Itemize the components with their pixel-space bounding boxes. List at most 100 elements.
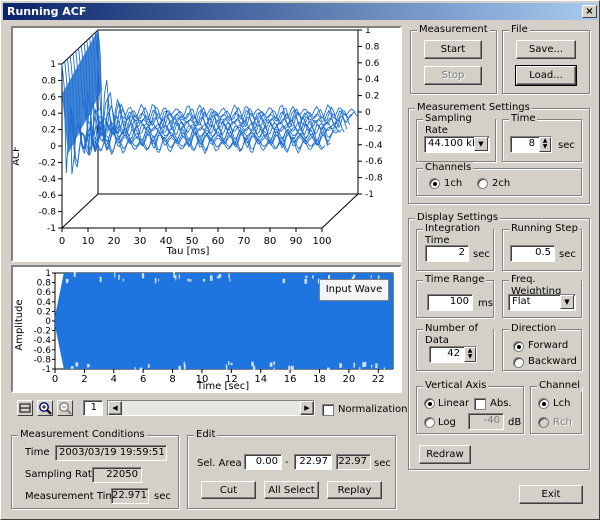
- scroll-right-icon: ▶: [304, 404, 310, 412]
- wave-x-tick: 22: [372, 374, 385, 385]
- close-button[interactable]: ×: [582, 5, 597, 18]
- display-settings-group: Display Settings Integration Time 2 sec …: [408, 212, 590, 470]
- integration-time-field[interactable]: 2: [425, 245, 469, 262]
- number-of-data-spinner[interactable]: ▲ ▼: [464, 347, 476, 362]
- log-radio[interactable]: [424, 417, 435, 428]
- time-unit: sec: [558, 140, 575, 151]
- fit-view-button[interactable]: [17, 400, 33, 416]
- acf-x-tick: 70: [238, 236, 251, 247]
- sel-dash: -: [285, 457, 289, 468]
- freq-weighting-value: Flat: [512, 296, 531, 307]
- condition-time-field: 2003/03/19 19:59:51: [55, 445, 167, 461]
- scroll-left-button[interactable]: ◀: [108, 401, 122, 415]
- file-label: File: [509, 24, 530, 36]
- wave-speckle: [273, 361, 275, 366]
- load-button[interactable]: Load...: [515, 65, 577, 86]
- forward-radio[interactable]: [513, 341, 524, 352]
- acf-y-tick-left: 0.4: [42, 109, 57, 119]
- wave-x-tick: 14: [254, 374, 267, 385]
- sel-unit: sec: [374, 458, 391, 469]
- fit-view-icon: [19, 403, 31, 413]
- stop-button[interactable]: Stop: [424, 66, 482, 85]
- linear-radio[interactable]: [424, 398, 435, 409]
- wave-y-tick: 0.8: [37, 279, 52, 289]
- sel-start-field[interactable]: 0.00: [244, 454, 282, 470]
- measurement-label: Measurement: [417, 24, 490, 36]
- cut-button[interactable]: Cut: [201, 481, 256, 499]
- sampling-rate-group: Sampling Rate 44.100 kHz ▼: [416, 113, 496, 162]
- zoom-in-button[interactable]: [37, 400, 53, 416]
- acf-x-tick: 60: [212, 236, 225, 247]
- acf-xlabel: Tau [ms]: [166, 246, 210, 257]
- rch-radio[interactable]: [538, 417, 549, 428]
- wave-speckle: [362, 362, 366, 368]
- wave-speckle: [173, 275, 177, 279]
- wave-speckle: [252, 365, 256, 371]
- running-step-field[interactable]: 0.5: [510, 245, 555, 262]
- forward-label: Forward: [528, 340, 569, 351]
- scroll-right-button[interactable]: ▶: [300, 401, 314, 415]
- normalization-checkbox[interactable]: [322, 404, 334, 416]
- zoom-in-icon: [39, 402, 52, 415]
- acf-chart: 0 10 20 30 40 50 60 70 80 90 10010.80.60.40.20-0.2…: [11, 26, 383, 257]
- all-select-button[interactable]: All Select: [264, 481, 319, 499]
- log-label: Log: [438, 417, 456, 428]
- backward-radio[interactable]: [513, 357, 524, 368]
- measurement-group: Measurement Start Stop: [410, 24, 497, 94]
- start-button[interactable]: Start: [424, 40, 482, 59]
- acf-y-tick-right: -0.2: [365, 124, 383, 134]
- wave-speckle: [87, 363, 90, 368]
- acf-x-tick: 30: [134, 236, 147, 247]
- wave-speckle: [383, 367, 385, 372]
- time-range-unit: ms: [478, 298, 493, 309]
- time-scrollbar[interactable]: ◀ ▶: [107, 400, 315, 416]
- time-range-field[interactable]: 100: [427, 294, 473, 311]
- exit-button[interactable]: Exit: [519, 485, 583, 504]
- wave-x-tick: 16: [284, 374, 297, 385]
- vertical-axis-group: Vertical Axis Linear Abs. Log -40 dB: [416, 380, 524, 434]
- wave-speckle: [154, 277, 157, 284]
- wave-speckle: [73, 272, 76, 277]
- sampling-rate-dropdown-button[interactable]: ▼: [474, 137, 488, 151]
- page-number-field[interactable]: 1: [83, 400, 103, 416]
- freq-weighting-dropdown-button[interactable]: ▼: [560, 295, 574, 309]
- acf-y-tick-right: -0.6: [365, 157, 383, 167]
- wave-speckle: [282, 278, 286, 284]
- wave-speckle: [353, 362, 355, 368]
- sel-length-field: 22.97: [336, 454, 371, 470]
- freq-weighting-select[interactable]: Flat ▼: [508, 294, 576, 311]
- main-window: Running ACF × 0 10 20 30 40 50 60 70 80 90 100 1 0.8…: [0, 0, 600, 520]
- acf-y-tick-left: -1: [47, 224, 56, 234]
- acf-y-tick-right: 0.4: [365, 75, 380, 85]
- replay-button[interactable]: Replay: [327, 481, 382, 499]
- sampling-rate-select[interactable]: 44.100 kHz ▼: [424, 136, 490, 153]
- condition-sampling-rate-field: 22050: [92, 467, 142, 483]
- save-button[interactable]: Save...: [516, 40, 576, 59]
- chevron-down-icon: ▼: [564, 298, 570, 306]
- acf-y-tick-right: -1: [365, 190, 374, 200]
- integration-time-group: Integration Time 2 sec: [416, 223, 494, 271]
- wave-speckle: [183, 361, 185, 366]
- scroll-left-icon: ◀: [112, 404, 118, 412]
- abs-checkbox[interactable]: [474, 398, 486, 410]
- log-db-field[interactable]: -40: [468, 413, 504, 430]
- ch1-radio[interactable]: [429, 178, 440, 189]
- acf-curve: [72, 53, 334, 152]
- redraw-button[interactable]: Redraw: [419, 445, 471, 464]
- wave-speckle: [75, 362, 79, 367]
- ch2-radio[interactable]: [477, 178, 488, 189]
- lch-radio[interactable]: [538, 398, 549, 409]
- measurement-conditions-group: Measurement Conditions Time 2003/03/19 1…: [11, 429, 179, 509]
- rch-label: Rch: [553, 417, 572, 428]
- zoom-out-button[interactable]: [57, 400, 73, 416]
- wave-speckle: [312, 275, 314, 279]
- time-spinner[interactable]: ▲ ▼: [539, 137, 551, 152]
- direction-label: Direction: [509, 323, 559, 335]
- linear-label: Linear: [438, 398, 470, 409]
- integration-time-unit: sec: [473, 249, 490, 260]
- time-range-label: Time Range: [423, 274, 487, 286]
- running-step-label: Running Step: [509, 223, 580, 235]
- wave-x-tick: 8: [169, 374, 175, 385]
- wave-speckle: [118, 274, 120, 280]
- sel-end-field[interactable]: 22.97: [294, 454, 332, 470]
